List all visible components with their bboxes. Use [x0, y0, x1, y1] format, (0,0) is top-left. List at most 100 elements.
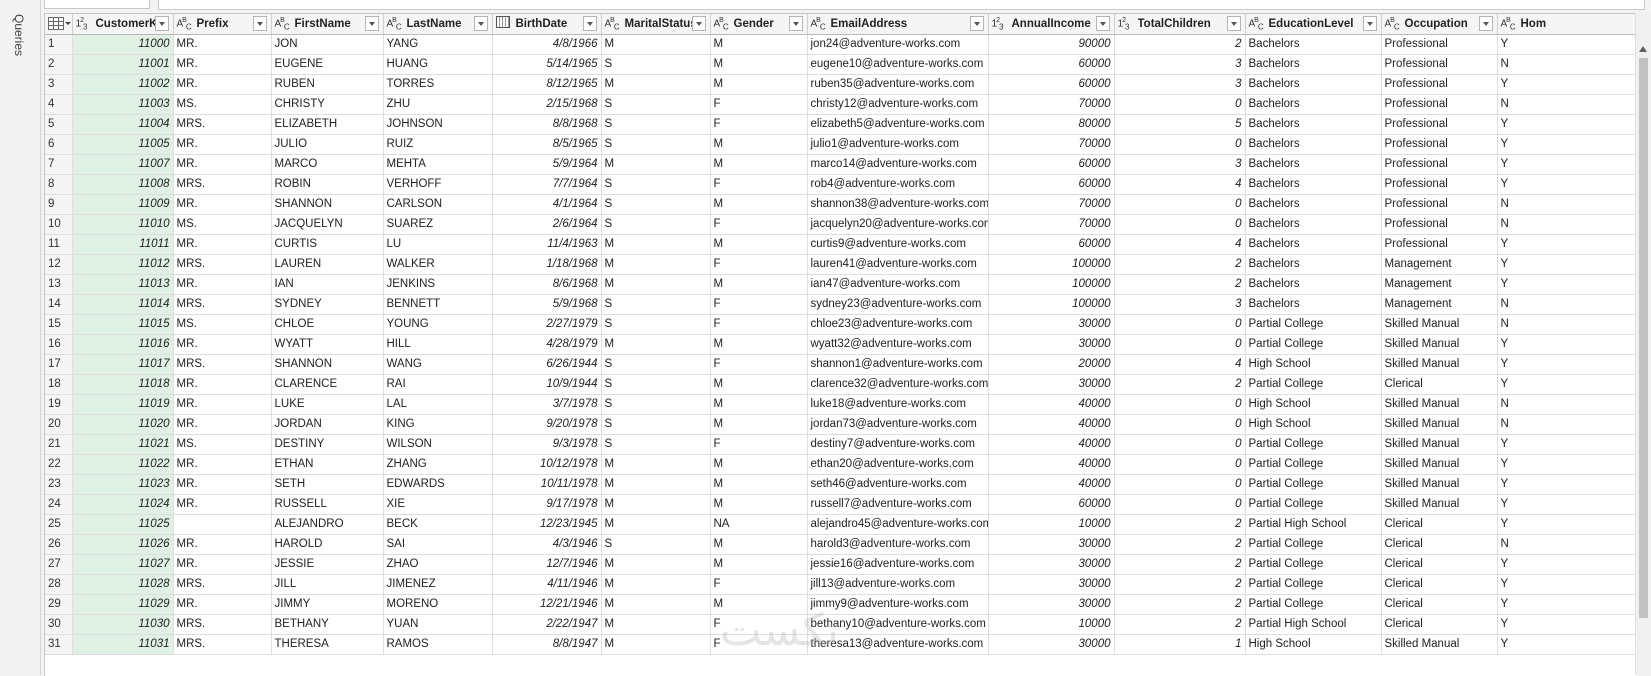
birth-date-cell[interactable]: 9/3/1978	[492, 434, 602, 455]
home-owner-cell[interactable]: N	[1497, 294, 1637, 315]
prefix-cell[interactable]: MR.	[173, 394, 272, 415]
education-cell[interactable]: Bachelors	[1245, 194, 1382, 215]
first-name-cell[interactable]: CLARENCE	[271, 374, 384, 395]
customer-key-cell[interactable]: 11016	[72, 334, 174, 355]
birth-date-cell[interactable]: 5/14/1965	[492, 54, 602, 75]
total-children-cell[interactable]: 0	[1114, 414, 1246, 435]
birth-date-cell[interactable]: 8/8/1947	[492, 634, 602, 655]
gender-cell[interactable]: F	[710, 294, 808, 315]
row-number[interactable]: 16	[45, 334, 73, 355]
annual-income-cell[interactable]: 40000	[988, 454, 1115, 475]
row-number[interactable]: 17	[45, 354, 73, 375]
row-number[interactable]: 7	[45, 154, 73, 175]
marital-status-cell[interactable]: M	[601, 274, 711, 295]
row-number[interactable]: 29	[45, 594, 73, 615]
occupation-cell[interactable]: Skilled Manual	[1381, 394, 1498, 415]
birth-date-cell[interactable]: 7/7/1964	[492, 174, 602, 195]
text-type-icon[interactable]: ABC	[1385, 17, 1405, 31]
annual-income-cell[interactable]: 30000	[988, 594, 1115, 615]
row-number[interactable]: 4	[45, 94, 73, 115]
first-name-cell[interactable]: THERESA	[271, 634, 384, 655]
prefix-cell[interactable]: MR.	[173, 534, 272, 555]
row-number[interactable]: 23	[45, 474, 73, 495]
marital-status-cell[interactable]: M	[601, 554, 711, 575]
filter-dropdown-icon[interactable]	[154, 16, 169, 32]
first-name-cell[interactable]: CHRISTY	[271, 94, 384, 115]
marital-status-cell[interactable]: S	[601, 414, 711, 435]
prefix-cell[interactable]: MR.	[173, 334, 272, 355]
filter-dropdown-icon[interactable]	[1226, 16, 1241, 32]
first-name-cell[interactable]: HAROLD	[271, 534, 384, 555]
annual-income-cell[interactable]: 60000	[988, 154, 1115, 175]
prefix-cell[interactable]: MR.	[173, 594, 272, 615]
gender-cell[interactable]: F	[710, 254, 808, 275]
birth-date-cell[interactable]: 4/11/1946	[492, 574, 602, 595]
email-cell[interactable]: jordan73@adventure-works.com	[807, 414, 989, 435]
last-name-cell[interactable]: RUIZ	[383, 134, 493, 155]
prefix-cell[interactable]: MS.	[173, 214, 272, 235]
birth-date-cell[interactable]: 3/7/1978	[492, 394, 602, 415]
total-children-cell[interactable]: 5	[1114, 114, 1246, 135]
occupation-cell[interactable]: Skilled Manual	[1381, 634, 1498, 655]
education-cell[interactable]: Partial College	[1245, 534, 1382, 555]
gender-cell[interactable]: M	[710, 74, 808, 95]
column-header-birthdate[interactable]: BirthDate	[492, 14, 602, 35]
text-type-icon[interactable]: ABC	[714, 17, 734, 31]
annual-income-cell[interactable]: 40000	[988, 414, 1115, 435]
total-children-cell[interactable]: 3	[1114, 294, 1246, 315]
total-children-cell[interactable]: 4	[1114, 174, 1246, 195]
email-cell[interactable]: sydney23@adventure-works.com	[807, 294, 989, 315]
marital-status-cell[interactable]: S	[601, 194, 711, 215]
prefix-cell[interactable]: MR.	[173, 374, 272, 395]
education-cell[interactable]: Bachelors	[1245, 134, 1382, 155]
customer-key-cell[interactable]: 11003	[72, 94, 174, 115]
annual-income-cell[interactable]: 70000	[988, 94, 1115, 115]
prefix-cell[interactable]: MR.	[173, 54, 272, 75]
gender-cell[interactable]: F	[710, 614, 808, 635]
column-header-totalchildren[interactable]: 123 TotalChildren	[1114, 14, 1246, 35]
total-children-cell[interactable]: 0	[1114, 454, 1246, 475]
text-type-icon[interactable]: ABC	[387, 17, 407, 31]
text-type-icon[interactable]: ABC	[1249, 17, 1269, 31]
total-children-cell[interactable]: 3	[1114, 74, 1246, 95]
annual-income-cell[interactable]: 70000	[988, 134, 1115, 155]
home-owner-cell[interactable]: Y	[1497, 234, 1637, 255]
total-children-cell[interactable]: 0	[1114, 434, 1246, 455]
annual-income-cell[interactable]: 100000	[988, 254, 1115, 275]
occupation-cell[interactable]: Professional	[1381, 54, 1498, 75]
home-owner-cell[interactable]: Y	[1497, 174, 1637, 195]
row-number[interactable]: 20	[45, 414, 73, 435]
prefix-cell[interactable]: MRS.	[173, 574, 272, 595]
home-owner-cell[interactable]: Y	[1497, 554, 1637, 575]
birth-date-cell[interactable]: 4/1/1964	[492, 194, 602, 215]
marital-status-cell[interactable]: M	[601, 74, 711, 95]
customer-key-cell[interactable]: 11012	[72, 254, 174, 275]
prefix-cell[interactable]: MR.	[173, 454, 272, 475]
filter-dropdown-icon[interactable]	[691, 16, 706, 32]
annual-income-cell[interactable]: 40000	[988, 434, 1115, 455]
marital-status-cell[interactable]: S	[601, 134, 711, 155]
occupation-cell[interactable]: Skilled Manual	[1381, 474, 1498, 495]
last-name-cell[interactable]: RAMOS	[383, 634, 493, 655]
occupation-cell[interactable]: Professional	[1381, 194, 1498, 215]
gender-cell[interactable]: M	[710, 594, 808, 615]
education-cell[interactable]: Partial High School	[1245, 614, 1382, 635]
birth-date-cell[interactable]: 10/11/1978	[492, 474, 602, 495]
gender-cell[interactable]: F	[710, 634, 808, 655]
occupation-cell[interactable]: Professional	[1381, 214, 1498, 235]
vertical-scrollbar[interactable]	[1635, 13, 1651, 675]
education-cell[interactable]: Bachelors	[1245, 94, 1382, 115]
total-children-cell[interactable]: 2	[1114, 514, 1246, 535]
column-header-educationlevel[interactable]: ABC EducationLevel	[1245, 14, 1382, 35]
column-header-occupation[interactable]: ABC Occupation	[1381, 14, 1498, 35]
occupation-cell[interactable]: Clerical	[1381, 514, 1498, 535]
column-header-emailaddress[interactable]: ABC EmailAddress	[807, 14, 989, 35]
email-cell[interactable]: ethan20@adventure-works.com	[807, 454, 989, 475]
queries-pane[interactable]: Queries	[0, 0, 41, 675]
email-cell[interactable]: elizabeth5@adventure-works.com	[807, 114, 989, 135]
email-cell[interactable]: jon24@adventure-works.com	[807, 34, 989, 55]
row-number[interactable]: 31	[45, 634, 73, 655]
home-owner-cell[interactable]: N	[1497, 214, 1637, 235]
home-owner-cell[interactable]: Y	[1497, 374, 1637, 395]
marital-status-cell[interactable]: M	[601, 254, 711, 275]
